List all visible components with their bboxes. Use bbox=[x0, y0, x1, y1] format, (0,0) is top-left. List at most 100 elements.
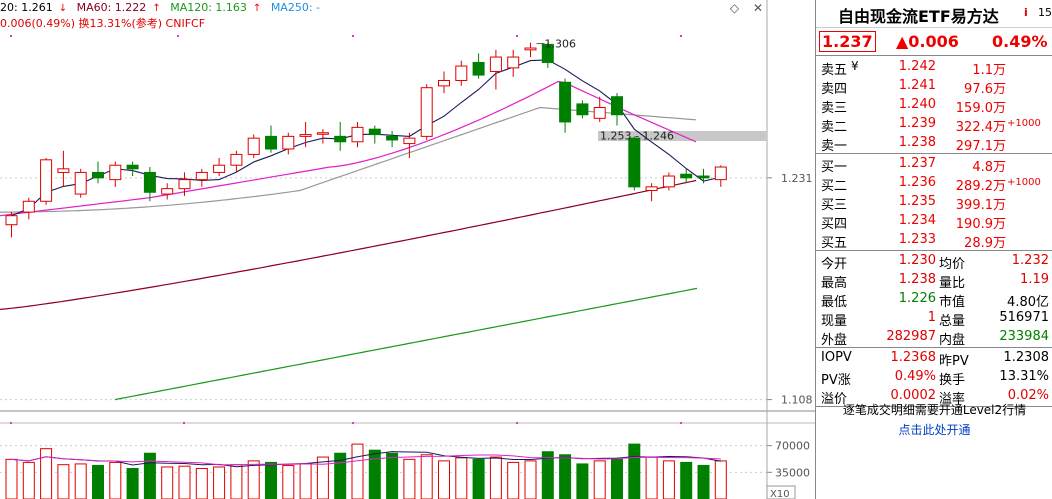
period-marker bbox=[183, 422, 185, 424]
ma20-down-icon: ↓ bbox=[58, 3, 68, 14]
candle-down bbox=[680, 173, 693, 179]
candle-up bbox=[420, 87, 433, 137]
current-price: 1.237 bbox=[819, 31, 876, 52]
sell-price: 1.241 bbox=[898, 78, 936, 93]
info-icon[interactable]: i bbox=[1024, 6, 1028, 19]
price-tick-bottom: 1.108 bbox=[781, 394, 813, 407]
diamond-icon[interactable]: ◇ bbox=[730, 1, 739, 15]
volume-bar bbox=[282, 464, 295, 499]
candle-up bbox=[74, 171, 87, 195]
volume-bar bbox=[74, 463, 87, 499]
sell-price: 1.239 bbox=[898, 116, 936, 131]
candle-down bbox=[126, 164, 139, 170]
volume-bar bbox=[420, 454, 433, 499]
candle-down bbox=[576, 103, 589, 116]
volume-bar bbox=[524, 460, 537, 499]
candle-up bbox=[593, 107, 606, 119]
buy-label: 买五 bbox=[821, 236, 848, 251]
price-change-pct: 0.49% bbox=[992, 32, 1048, 51]
candle-up bbox=[489, 56, 502, 72]
stat-value: 282987 bbox=[886, 329, 936, 344]
ma120-value: MA120: 1.163 bbox=[170, 1, 247, 14]
volume-bar bbox=[316, 456, 329, 499]
volume-bar bbox=[368, 449, 381, 499]
level2-open-link[interactable]: 点击此处开通 bbox=[816, 421, 1052, 438]
volume-bar bbox=[143, 452, 156, 499]
candle-down bbox=[386, 135, 399, 141]
candle-up bbox=[161, 188, 174, 195]
candle-up bbox=[247, 137, 260, 155]
kline-chart-area[interactable]: 1.231 1.108 70000 35000 X10 1.306 1.253 - 1.24… bbox=[0, 0, 815, 499]
volume-bar bbox=[489, 456, 502, 499]
sell-volume: 322.4万 bbox=[955, 120, 1006, 135]
candle-down bbox=[697, 175, 710, 179]
stats-block: 今开 1.230 均价 1.232 最高 1.238 量比 1.19 最低 1.226 市值 4.80… bbox=[816, 251, 1052, 348]
buy-price: 1.233 bbox=[898, 232, 936, 247]
sell-label: 卖四 bbox=[821, 82, 848, 97]
ma250-line bbox=[114, 287, 698, 401]
sell-orderbook: 卖五 ¥1.242 1.1万卖四 1.241 97.6万 卖三 1.240 159.0万卖二 1… bbox=[816, 56, 1052, 154]
buy-volume: 399.1万 bbox=[955, 198, 1006, 213]
candle-up bbox=[403, 137, 416, 145]
volume-bar bbox=[299, 463, 312, 499]
volume-bar bbox=[559, 454, 572, 499]
candle-up bbox=[195, 171, 208, 181]
candle-down bbox=[628, 137, 641, 188]
stat-label: 外盘 bbox=[821, 333, 848, 348]
stat-row: IOPV 1.2368 昨PV 1.2308 bbox=[816, 349, 1052, 369]
level2-notice: 逐笔成交明细需要开通Level2行情 bbox=[842, 403, 1027, 417]
sell-label: 卖二 bbox=[821, 120, 848, 135]
sell-row: 卖三 1.240 159.0万 bbox=[816, 96, 1052, 116]
period-marker bbox=[352, 422, 354, 424]
period-marker bbox=[516, 35, 518, 37]
volume-bar bbox=[628, 443, 641, 499]
stat-label: 量比 bbox=[939, 276, 966, 291]
volume-bar bbox=[57, 464, 70, 499]
kline-chart[interactable]: 1.231 1.108 70000 35000 X10 1.306 1.253 - 1.24… bbox=[0, 0, 815, 499]
stat-label: 昨PV bbox=[939, 354, 969, 369]
candle-down bbox=[559, 81, 572, 123]
volume-bar bbox=[265, 461, 277, 499]
sell-volume: 159.0万 bbox=[955, 101, 1006, 116]
candle-down bbox=[368, 128, 381, 136]
volume-bar bbox=[22, 461, 35, 499]
stat-label: IOPV bbox=[821, 350, 852, 365]
stat-row: 今开 1.230 均价 1.232 bbox=[816, 252, 1052, 272]
period-marker bbox=[680, 422, 682, 424]
sell-volume: 297.1万 bbox=[955, 139, 1006, 154]
ma60-line bbox=[0, 106, 697, 213]
sell-row: 卖四 1.241 97.6万 bbox=[816, 77, 1052, 97]
buy-volume: 4.8万 bbox=[972, 160, 1006, 175]
stat-value: 516971 bbox=[999, 310, 1049, 325]
volume-bar bbox=[576, 463, 589, 499]
candle-up bbox=[645, 186, 658, 191]
volume-bar bbox=[680, 461, 693, 499]
candle-up bbox=[5, 215, 18, 226]
quote-title-row: 自由现金流ETF易方达 i 15 bbox=[816, 0, 1052, 28]
ma120-line bbox=[0, 179, 697, 310]
stat-value: 4.80亿 bbox=[1007, 295, 1049, 310]
price-tick-top: 1.231 bbox=[781, 172, 813, 185]
buy-price: 1.236 bbox=[898, 175, 936, 190]
close-icon[interactable]: ✕ bbox=[753, 1, 763, 15]
volume-bar bbox=[697, 464, 710, 499]
sell-row: 卖五 ¥1.242 1.1万 bbox=[816, 58, 1052, 78]
sell-volume: 1.1万 bbox=[972, 63, 1006, 78]
stat-label: 最低 bbox=[821, 295, 848, 310]
ma250-value: MA250: - bbox=[270, 1, 320, 14]
volume-bar bbox=[472, 458, 485, 499]
period-marker bbox=[516, 422, 518, 424]
sell-row: 卖一 1.238 297.1万 bbox=[816, 134, 1052, 154]
stat-value: 1 bbox=[927, 310, 936, 325]
candle-up bbox=[22, 200, 35, 213]
volume-bar bbox=[126, 468, 139, 499]
sell-volume: 97.6万 bbox=[964, 82, 1006, 97]
candle-up bbox=[230, 153, 243, 166]
candle-up bbox=[524, 47, 537, 51]
period-marker bbox=[352, 35, 354, 37]
ma60-up-icon: ↑ bbox=[152, 3, 161, 14]
candle-up bbox=[40, 159, 53, 202]
buy-orderbook: 买一 1.237 4.8万 买二 1.236 289.2万 +1000 买三 1.235 399.… bbox=[816, 154, 1052, 251]
volume-bar bbox=[109, 461, 122, 499]
ma60-value: MA60: 1.222 bbox=[76, 1, 147, 14]
